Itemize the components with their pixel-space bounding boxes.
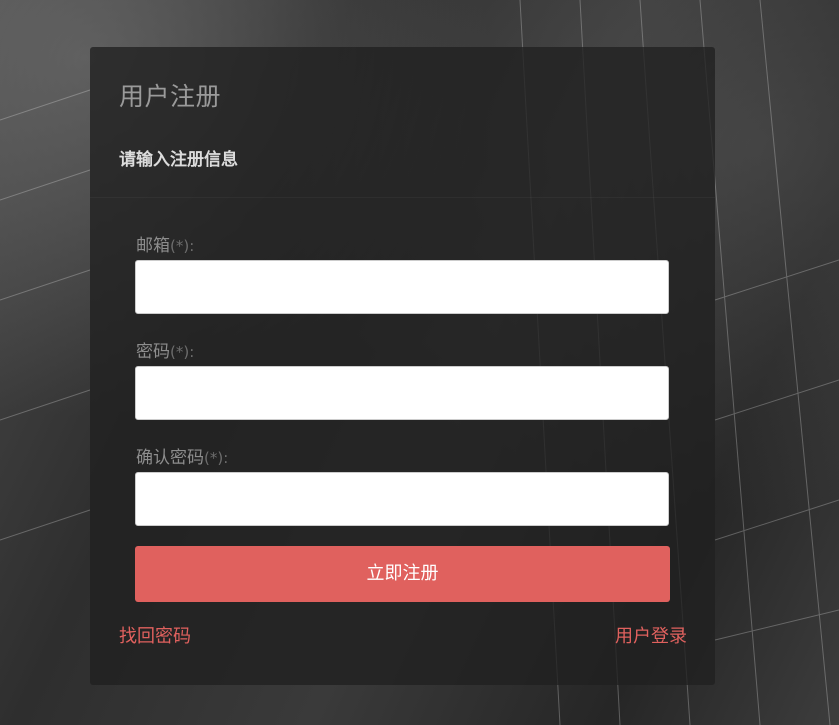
email-label-text: 邮箱	[136, 236, 170, 256]
register-panel: 用户注册 请输入注册信息 邮箱(*): 密码(*): 确认密码(*): 立即注册…	[90, 47, 715, 685]
user-login-link[interactable]: 用户登录	[615, 622, 687, 648]
forgot-password-link[interactable]: 找回密码	[119, 622, 191, 648]
confirm-password-field[interactable]	[135, 472, 669, 526]
confirm-password-label: 确认密码(*):	[136, 443, 228, 468]
panel-header: 用户注册 请输入注册信息	[90, 47, 715, 198]
password-label-text: 密码	[136, 342, 170, 362]
confirm-password-label-text: 确认密码	[136, 448, 204, 468]
password-label: 密码(*):	[136, 337, 194, 362]
password-field[interactable]	[135, 366, 669, 420]
register-button[interactable]: 立即注册	[135, 546, 670, 602]
page-title: 用户注册	[119, 82, 222, 111]
confirm-password-required-mark: (*):	[204, 449, 229, 467]
email-required-mark: (*):	[170, 237, 195, 255]
email-label: 邮箱(*):	[136, 231, 194, 256]
email-field[interactable]	[135, 260, 669, 314]
page-subtitle: 请输入注册信息	[119, 150, 238, 170]
password-required-mark: (*):	[170, 343, 195, 361]
